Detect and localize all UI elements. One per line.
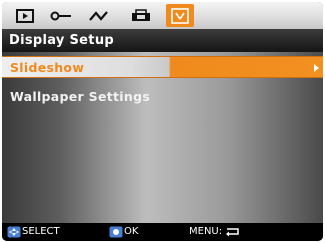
- chevron-right-icon: [314, 64, 319, 72]
- return-icon: [226, 228, 239, 237]
- camera-screen: Display Setup Slideshow Wallpaper Settin…: [2, 2, 323, 241]
- select-hint: SELECT: [7, 223, 60, 241]
- menu-label: MENU:: [189, 226, 223, 237]
- playback-icon: [16, 8, 34, 23]
- menu-item-slideshow[interactable]: Slideshow: [2, 56, 323, 78]
- ok-hint: OK: [109, 223, 138, 241]
- wave-icon: [89, 10, 108, 21]
- key-icon: [50, 11, 71, 20]
- tab-playback[interactable]: [12, 6, 38, 25]
- tab-wave[interactable]: [87, 6, 113, 25]
- print-icon: [132, 8, 150, 21]
- dpad-icon: [7, 226, 21, 238]
- page-title: Display Setup: [2, 29, 323, 52]
- menu-item-wallpaper-settings[interactable]: Wallpaper Settings: [2, 86, 323, 108]
- menu-item-label: Wallpaper Settings: [10, 89, 151, 104]
- display-setup-icon: [171, 7, 189, 24]
- ok-button-icon: [109, 226, 123, 238]
- menu-item-label: Slideshow: [10, 60, 85, 75]
- hint-bar: SELECT OK MENU:: [2, 223, 323, 241]
- tab-display-setup[interactable]: [166, 4, 194, 27]
- ok-label: OK: [124, 226, 139, 237]
- tab-bar: [2, 2, 323, 29]
- tab-key[interactable]: [48, 6, 74, 25]
- select-label: SELECT: [22, 226, 60, 237]
- menu-hint: MENU:: [189, 223, 242, 241]
- tab-print[interactable]: [128, 6, 154, 25]
